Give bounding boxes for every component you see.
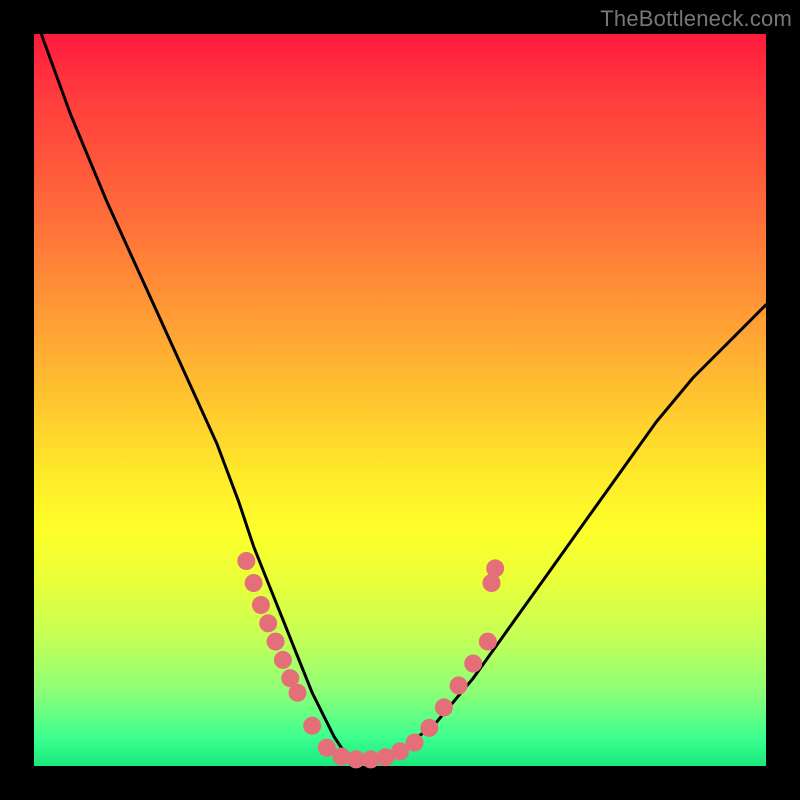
curve-marker	[289, 684, 307, 702]
curve-marker	[406, 734, 424, 752]
curve-marker	[450, 677, 468, 695]
bottleneck-curve	[41, 34, 766, 760]
curve-marker	[479, 633, 497, 651]
watermark-text: TheBottleneck.com	[600, 6, 792, 32]
curve-marker	[252, 596, 270, 614]
curve-marker	[435, 698, 453, 716]
curve-marker	[420, 719, 438, 737]
plot-area	[34, 34, 766, 766]
curve-markers	[237, 552, 504, 768]
curve-marker	[245, 574, 263, 592]
curve-marker	[486, 559, 504, 577]
curve-marker	[237, 552, 255, 570]
curve-marker	[267, 633, 285, 651]
chart-frame: TheBottleneck.com	[0, 0, 800, 800]
curve-marker	[274, 651, 292, 669]
curve-marker	[259, 614, 277, 632]
curve-marker	[464, 655, 482, 673]
curve-marker	[303, 717, 321, 735]
curve-layer	[34, 34, 766, 766]
